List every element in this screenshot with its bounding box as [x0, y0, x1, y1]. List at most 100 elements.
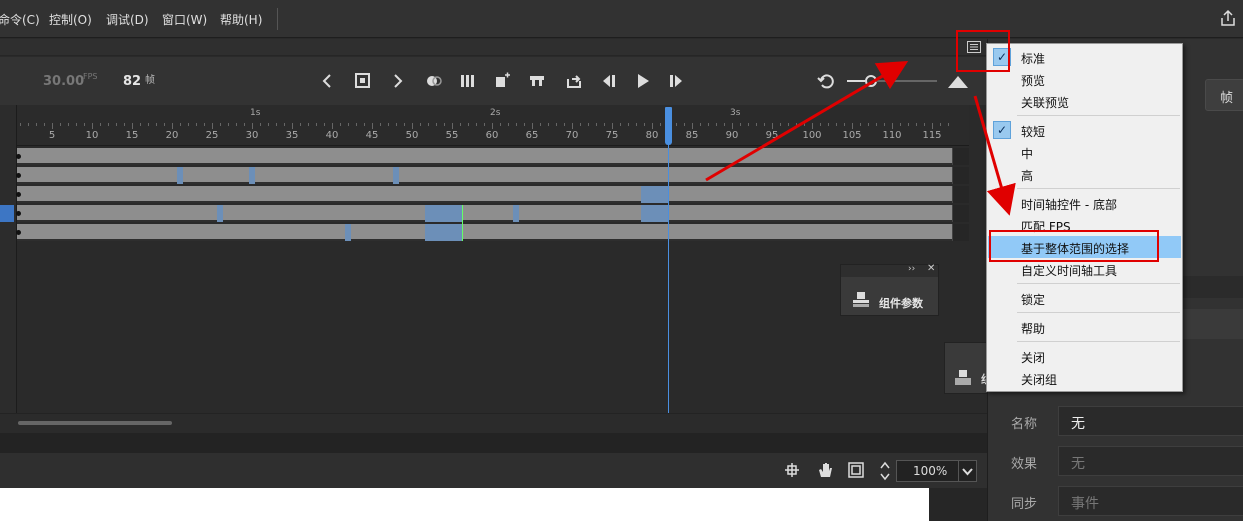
clip-stage-icon[interactable] — [848, 462, 864, 478]
layer-track[interactable] — [16, 167, 952, 184]
keyframe-dot[interactable] — [16, 192, 21, 197]
component-params-panel[interactable]: ›› ✕ 组件参数 — [840, 263, 939, 316]
stage-bottom-bar: 100% — [0, 453, 987, 488]
ruler-tick — [748, 123, 749, 126]
keyframe-dot[interactable] — [16, 173, 21, 178]
menu-control[interactable]: 控制(O) — [49, 11, 92, 28]
frame-unit: 帧 — [145, 75, 155, 86]
ruler-tick — [404, 123, 405, 126]
share-icon[interactable] — [1219, 9, 1237, 27]
tween-segment[interactable] — [641, 205, 669, 222]
timeline-ruler[interactable]: 1s 2s 3s 5 10 15 20 25 30 35 40 45 50 55 60 65 70 75 80… — [17, 105, 969, 146]
effect-field[interactable]: 无 — [1058, 446, 1243, 476]
frame-tick-label: 75 — [605, 130, 619, 141]
menu-item-close-group[interactable]: 关闭组 — [988, 367, 1181, 389]
menu-item-label: 标准 — [1021, 52, 1046, 66]
frame-tick-label: 115 — [922, 130, 942, 141]
collapsed-panel[interactable]: 组 — [944, 342, 992, 394]
selected-layer-indicator[interactable] — [0, 205, 14, 222]
menu-separator — [1017, 188, 1180, 189]
menu-debug[interactable]: 调试(D) — [106, 11, 149, 28]
frame-tab-button[interactable]: 帧 — [1205, 79, 1243, 111]
menu-help[interactable]: 帮助(H) — [220, 11, 262, 28]
menu-item-tall[interactable]: 高 — [988, 163, 1181, 185]
menu-item-linked-preview[interactable]: 关联预览 — [988, 90, 1181, 112]
onion-skin-icon[interactable] — [425, 72, 443, 90]
ruler-tick — [236, 123, 237, 126]
zoom-slider[interactable] — [845, 72, 940, 90]
scrollbar-thumb[interactable] — [18, 421, 172, 425]
menu-item-label: 高 — [1021, 169, 1034, 183]
layer-track[interactable] — [16, 186, 952, 203]
stage-canvas[interactable] — [0, 488, 929, 521]
crosshair-icon[interactable] — [784, 462, 800, 478]
keyframe-dot[interactable] — [16, 230, 21, 235]
tween-segment[interactable] — [345, 224, 351, 241]
layer-track[interactable] — [16, 224, 952, 241]
playhead-handle[interactable] — [665, 107, 672, 145]
insert-blank-keyframe-icon[interactable] — [528, 72, 546, 90]
close-icon[interactable]: ✕ — [927, 263, 935, 274]
play-icon[interactable] — [634, 72, 652, 90]
chevron-right-icon[interactable] — [388, 72, 406, 90]
effect-label: 效果 — [1011, 457, 1038, 472]
menu-item-label: 时间轴控件 - 底部 — [1021, 198, 1117, 212]
ruler-tick — [772, 123, 773, 129]
panel-header[interactable]: ›› ✕ — [841, 263, 938, 277]
mountain-zoom-icon[interactable] — [947, 72, 969, 90]
ruler-tick — [340, 123, 341, 126]
insert-keyframe-icon[interactable] — [494, 72, 512, 90]
ruler-tick — [796, 123, 797, 126]
hand-icon[interactable] — [816, 461, 834, 479]
undo-zoom-icon[interactable] — [817, 72, 835, 90]
ruler-tick — [252, 123, 253, 129]
tween-segment[interactable] — [249, 167, 255, 184]
step-back-icon[interactable] — [600, 72, 618, 90]
keyframe-dot[interactable] — [16, 154, 21, 159]
menu-item-close[interactable]: 关闭 — [988, 345, 1181, 367]
zoom-dropdown[interactable] — [959, 460, 977, 482]
expand-icon[interactable]: ›› — [908, 264, 915, 274]
menu-command[interactable]: 命令(C) — [0, 11, 40, 28]
tween-segment[interactable] — [513, 205, 519, 222]
zoom-stepper-icon[interactable] — [879, 460, 891, 482]
ruler-tick — [940, 123, 941, 126]
edit-multiple-frames-icon[interactable] — [459, 72, 477, 90]
ruler-tick — [788, 123, 789, 126]
tween-segment[interactable] — [393, 167, 399, 184]
menu-item-controls-bottom[interactable]: 时间轴控件 - 底部 — [988, 192, 1181, 214]
tween-segment[interactable] — [641, 186, 669, 203]
ruler-tick — [500, 123, 501, 126]
chevron-left-icon[interactable] — [319, 72, 337, 90]
keyframe-dot[interactable] — [16, 211, 21, 216]
loop-icon[interactable] — [565, 72, 583, 90]
menu-item-medium[interactable]: 中 — [988, 141, 1181, 163]
ruler-tick — [180, 123, 181, 126]
layer-track[interactable] — [16, 205, 952, 222]
ruler-tick — [660, 123, 661, 126]
menu-item-standard[interactable]: ✓ 标准 — [988, 46, 1181, 68]
sync-field[interactable]: 事件 — [1058, 486, 1243, 516]
current-frame[interactable]: 82 — [123, 74, 141, 89]
step-forward-icon[interactable] — [667, 72, 685, 90]
menu-item-short[interactable]: ✓ 较短 — [988, 119, 1181, 141]
component-params-label: 组件参数 — [879, 297, 923, 310]
name-field[interactable]: 无 — [1058, 406, 1243, 436]
tween-segment[interactable] — [217, 205, 223, 222]
fps-value[interactable]: 30.00 — [43, 74, 84, 89]
menu-item-preview[interactable]: 预览 — [988, 68, 1181, 90]
tween-segment[interactable] — [425, 205, 463, 222]
ruler-tick — [908, 123, 909, 126]
center-frame-icon[interactable] — [354, 72, 372, 90]
ruler-tick — [716, 123, 717, 126]
menu-item-lock[interactable]: 锁定 — [988, 287, 1181, 309]
ruler-tick — [116, 123, 117, 126]
layer-track[interactable] — [16, 148, 952, 165]
menu-item-help[interactable]: 帮助 — [988, 316, 1181, 338]
tween-segment[interactable] — [177, 167, 183, 184]
ruler-tick — [292, 123, 293, 129]
zoom-input[interactable]: 100% — [896, 460, 959, 482]
tween-segment[interactable] — [425, 224, 463, 241]
frame-tick-label: 65 — [525, 130, 539, 141]
menu-window[interactable]: 窗口(W) — [162, 11, 207, 28]
